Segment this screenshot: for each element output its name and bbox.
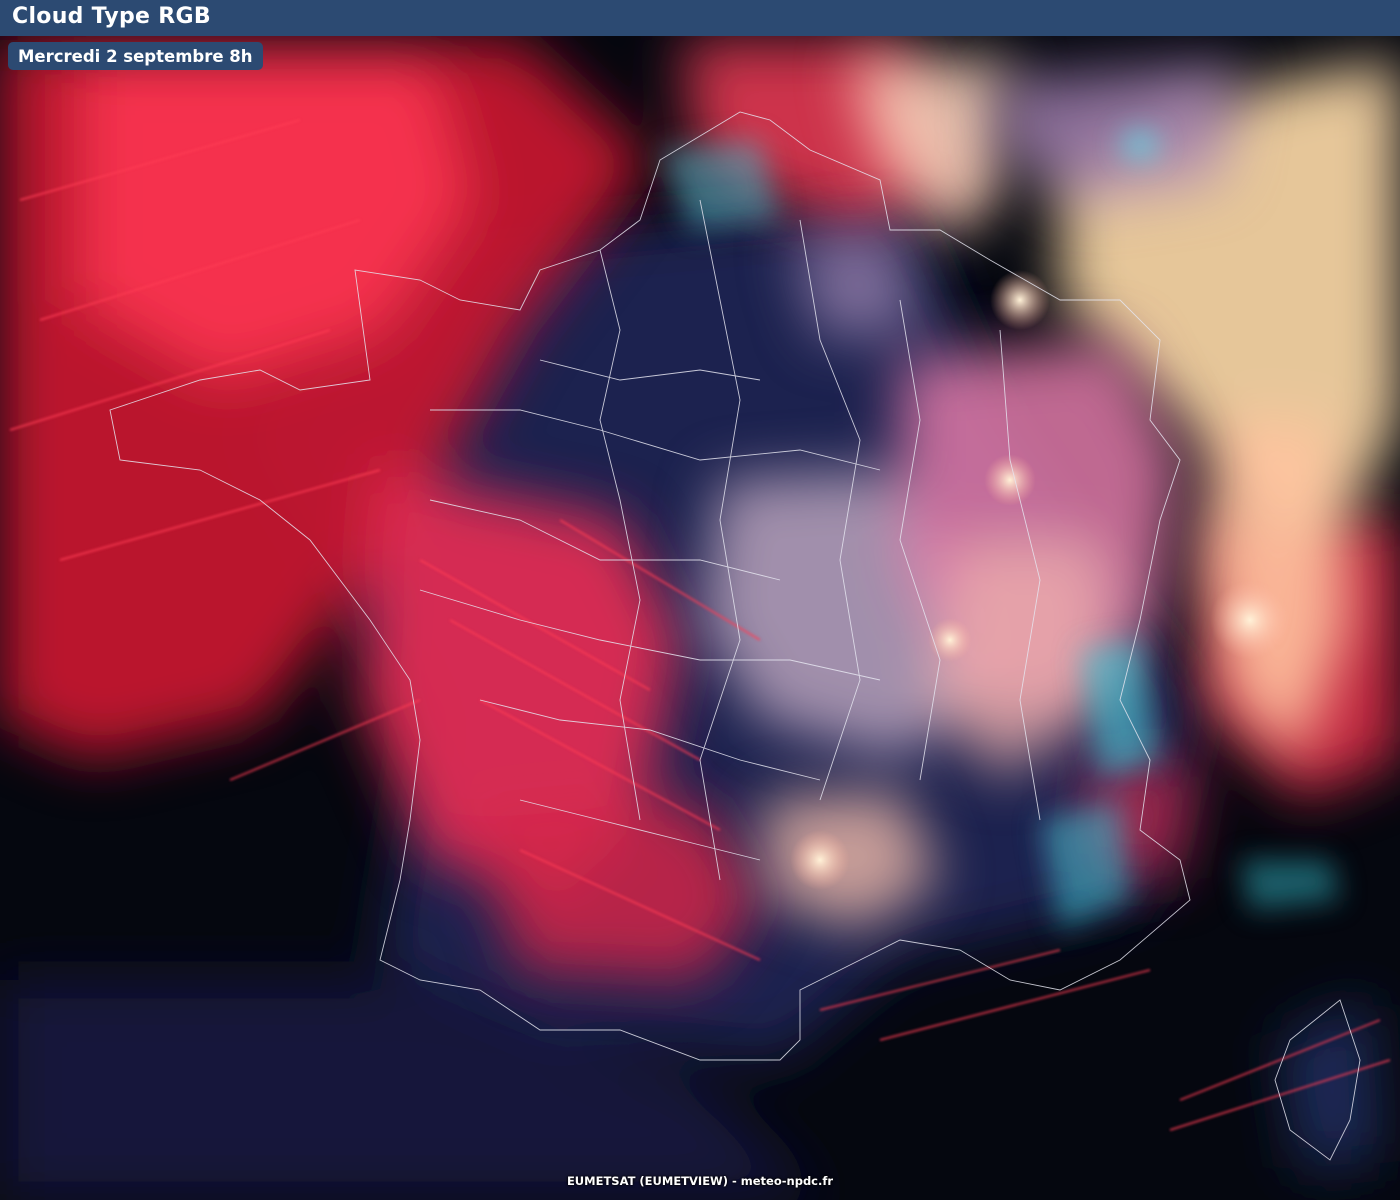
cloud-type-rgb-composite <box>0 36 1400 1200</box>
date-badge: Mercredi 2 septembre 8h <box>8 42 263 70</box>
date-label: Mercredi 2 septembre 8h <box>18 46 253 66</box>
image-credit: EUMETSAT (EUMETVIEW) - meteo-npdc.fr <box>566 1174 834 1188</box>
title-bar: Cloud Type RGB <box>0 0 1400 36</box>
satellite-image <box>0 36 1400 1200</box>
image-title: Cloud Type RGB <box>12 4 211 29</box>
